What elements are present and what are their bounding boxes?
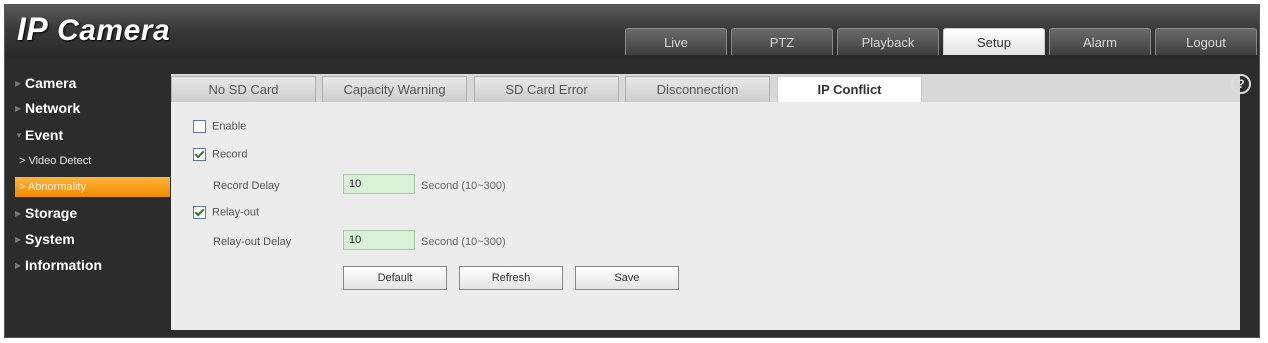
nav-setup[interactable]: Setup — [943, 28, 1045, 55]
record-row: Record — [193, 148, 247, 161]
enable-checkbox[interactable] — [193, 120, 206, 133]
app-window: IP Camera Live PTZ Playback Setup Alarm … — [4, 4, 1260, 338]
collapsed-arrow-icon: ▶ — [15, 261, 22, 271]
collapsed-arrow-icon: ▶ — [15, 104, 22, 114]
tab-no-sd-card[interactable]: No SD Card — [171, 76, 316, 102]
relay-out-checkbox[interactable] — [193, 206, 206, 219]
sidebar-sub-video-detect[interactable]: > Video Detect — [19, 151, 91, 171]
enable-label: Enable — [212, 120, 247, 133]
record-delay-label: Record Delay — [213, 180, 280, 192]
ip-conflict-panel: Enable Record Record Delay Second (10~30… — [171, 102, 1240, 330]
sidebar-item-system[interactable]: ▶ System — [15, 228, 75, 250]
relay-out-delay-hint: Second (10~300) — [421, 236, 506, 248]
sidebar-item-label: Information — [25, 257, 102, 273]
record-delay-input[interactable] — [343, 174, 415, 194]
record-label: Record — [212, 148, 248, 161]
nav-logout[interactable]: Logout — [1155, 28, 1257, 55]
tab-disconnection[interactable]: Disconnection — [625, 76, 770, 102]
logo-ip: IP — [17, 11, 49, 47]
record-checkbox[interactable] — [193, 148, 206, 161]
sidebar-item-camera[interactable]: ▶ Camera — [15, 72, 76, 94]
sidebar-item-event[interactable]: ▼ Event — [15, 124, 63, 146]
refresh-button[interactable]: Refresh — [459, 266, 563, 290]
sidebar-sub-abnormality[interactable]: > Abnormality — [15, 177, 170, 197]
relay-out-row: Relay-out — [193, 206, 259, 219]
tab-ip-conflict[interactable]: IP Conflict — [777, 76, 922, 103]
help-icon[interactable]: ? — [1231, 74, 1251, 94]
logo-camera: Camera — [48, 14, 171, 47]
sidebar-item-network[interactable]: ▶ Network — [15, 97, 80, 119]
nav-live[interactable]: Live — [625, 28, 727, 55]
collapsed-arrow-icon: ▶ — [15, 79, 22, 89]
sidebar-item-information[interactable]: ▶ Information — [15, 254, 102, 276]
sidebar-item-label: Camera — [25, 75, 77, 91]
sidebar-item-storage[interactable]: ▶ Storage — [15, 202, 77, 224]
sidebar-item-label: Event — [25, 127, 64, 143]
sidebar: ▶ Camera ▶ Network ▼ Event > Video Detect >… — [5, 57, 170, 339]
tab-sd-card-error[interactable]: SD Card Error — [474, 76, 619, 102]
record-delay-hint: Second (10~300) — [421, 180, 506, 192]
nav-playback[interactable]: Playback — [837, 28, 939, 55]
enable-row: Enable — [193, 120, 246, 133]
sidebar-item-label: Network — [25, 100, 81, 116]
save-button[interactable]: Save — [575, 266, 679, 290]
collapsed-arrow-icon: ▶ — [15, 235, 22, 245]
default-button[interactable]: Default — [343, 266, 447, 290]
collapsed-arrow-icon: ▶ — [15, 209, 22, 219]
relay-out-label: Relay-out — [212, 206, 260, 219]
app-logo: IP Camera — [17, 11, 170, 48]
header-bar: IP Camera Live PTZ Playback Setup Alarm … — [5, 5, 1259, 57]
tab-capacity-warning[interactable]: Capacity Warning — [322, 76, 467, 102]
relay-out-delay-label: Relay-out Delay — [213, 236, 292, 248]
nav-ptz[interactable]: PTZ — [731, 28, 833, 55]
sidebar-item-label: System — [25, 231, 75, 247]
expanded-arrow-icon: ▼ — [15, 131, 23, 141]
nav-alarm[interactable]: Alarm — [1049, 28, 1151, 55]
sidebar-item-label: Storage — [25, 205, 78, 221]
relay-out-delay-input[interactable] — [343, 230, 415, 250]
